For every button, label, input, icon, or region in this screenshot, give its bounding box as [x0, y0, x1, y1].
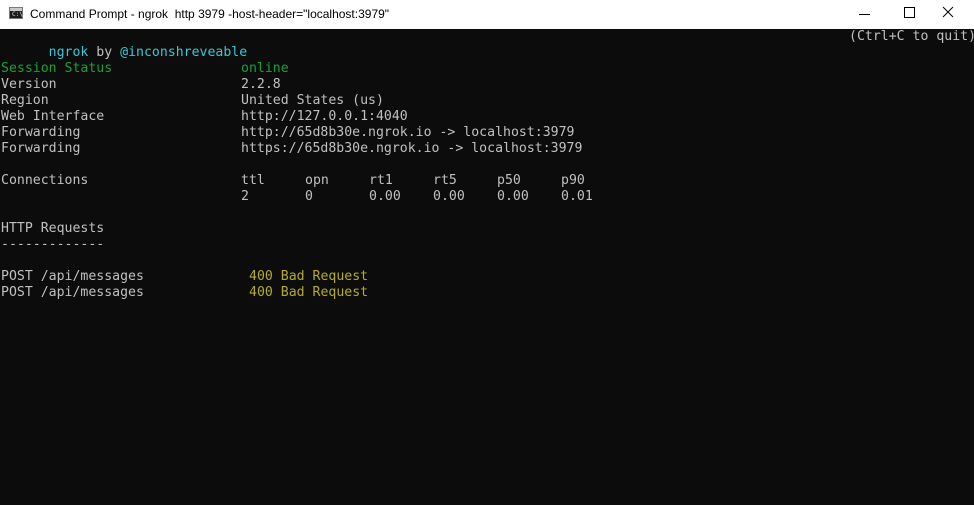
window-title: Command Prompt - ngrok http 3979 -host-h… — [30, 7, 390, 21]
request-row-status: 400 Bad Request — [249, 285, 369, 300]
forwarding-label-https: Forwarding — [1, 141, 81, 156]
author-handle: @inconshreveable — [120, 45, 248, 60]
command-prompt-icon[interactable]: C:\ — [9, 7, 23, 19]
ngrok-brand: ngrok — [48, 45, 89, 60]
forwarding-https-value: https://65d8b30e.ngrok.io -> localhost:3… — [241, 141, 583, 156]
command-prompt-window: C:\ Command Prompt - ngrok http 3979 -ho… — [0, 0, 974, 505]
forwarding-label-http: Forwarding — [1, 125, 81, 140]
icon-prompt-glyph: C:\ — [12, 11, 23, 18]
maximize-button[interactable] — [888, 0, 934, 29]
title-bar[interactable]: C:\ Command Prompt - ngrok http 3979 -ho… — [0, 0, 974, 29]
conn-value-opn: 0 — [305, 189, 313, 204]
conn-value-rt5: 0.00 — [433, 189, 465, 204]
maximize-icon — [904, 7, 915, 18]
session-status-label: Session Status — [1, 61, 113, 76]
conn-header-ttl: ttl — [241, 173, 265, 188]
region-label: Region — [1, 93, 49, 108]
web-interface-value: http://127.0.0.1:4040 — [241, 109, 408, 124]
request-row-path: POST /api/messages — [1, 269, 144, 284]
version-label: Version — [1, 77, 57, 92]
http-requests-underline: ------------- — [1, 237, 105, 252]
minimize-button[interactable] — [842, 0, 888, 29]
conn-header-p90: p90 — [561, 173, 585, 188]
request-row-status: 400 Bad Request — [249, 269, 369, 284]
minimize-icon — [859, 14, 870, 15]
conn-value-p90: 0.01 — [561, 189, 593, 204]
conn-value-rt1: 0.00 — [369, 189, 401, 204]
conn-value-ttl: 2 — [241, 189, 249, 204]
version-value: 2.2.8 — [241, 77, 281, 92]
close-button[interactable] — [934, 0, 974, 29]
quit-hint: (Ctrl+C to quit) — [849, 29, 974, 44]
console-output[interactable]: ngrok by @inconshreveable (Ctrl+C to qui… — [0, 29, 974, 505]
web-interface-label: Web Interface — [1, 109, 105, 124]
session-status-value: online — [241, 61, 289, 76]
region-value: United States (us) — [241, 93, 384, 108]
ngrok-header: ngrok by @inconshreveable — [1, 29, 248, 60]
http-requests-title: HTTP Requests — [1, 221, 105, 236]
conn-header-rt5: rt5 — [433, 173, 457, 188]
conn-header-opn: opn — [305, 173, 329, 188]
conn-value-p50: 0.00 — [497, 189, 529, 204]
connections-label: Connections — [1, 173, 89, 188]
conn-header-rt1: rt1 — [369, 173, 393, 188]
request-row-path: POST /api/messages — [1, 285, 144, 300]
close-icon — [942, 6, 954, 18]
conn-header-p50: p50 — [497, 173, 521, 188]
by-text: by — [96, 45, 113, 60]
forwarding-http-value: http://65d8b30e.ngrok.io -> localhost:39… — [241, 125, 575, 140]
